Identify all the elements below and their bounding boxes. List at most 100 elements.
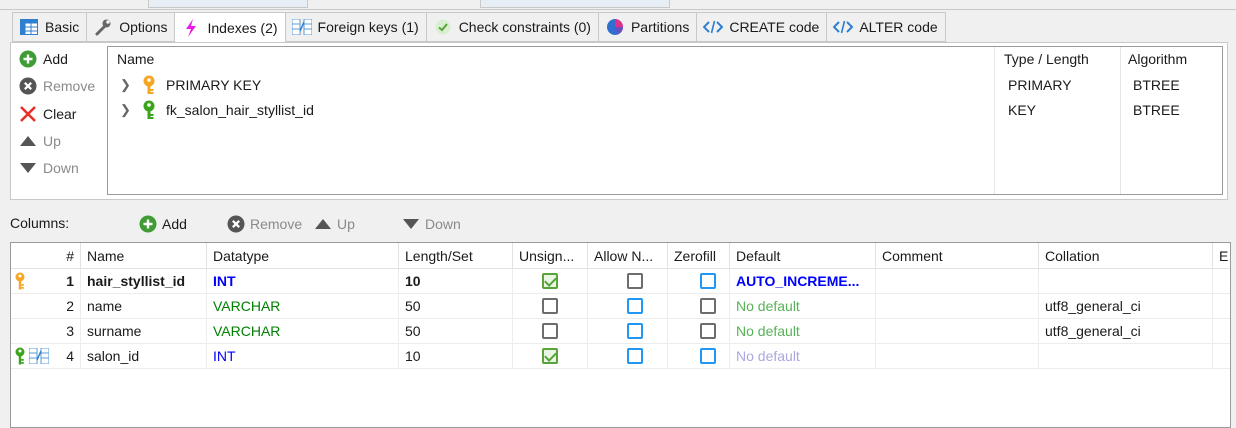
allow-null-checkbox[interactable]: [627, 273, 643, 289]
unsigned-checkbox[interactable]: [542, 323, 558, 339]
column-collation[interactable]: utf8_general_ci: [1039, 294, 1213, 319]
zerofill-checkbox[interactable]: [700, 323, 716, 339]
move-up-index-button[interactable]: Up: [19, 130, 61, 152]
move-column-down-button[interactable]: Down: [402, 213, 461, 235]
check-icon: [433, 18, 453, 36]
clear-indexes-button[interactable]: Clear: [19, 103, 76, 125]
column-collation[interactable]: [1039, 344, 1213, 369]
column-datatype[interactable]: VARCHAR: [207, 319, 399, 344]
allow-null-checkbox[interactable]: [627, 323, 643, 339]
tab-create-code[interactable]: CREATE code: [696, 12, 827, 42]
unsigned-checkbox[interactable]: [542, 273, 558, 289]
index-algorithm: BTREE: [1133, 77, 1180, 93]
col-header-extra[interactable]: E: [1213, 243, 1230, 269]
column-collation[interactable]: [1039, 269, 1213, 294]
column-comment[interactable]: [876, 319, 1039, 344]
column-length[interactable]: 50: [399, 319, 513, 344]
column-comment[interactable]: [876, 344, 1039, 369]
table-row[interactable]: 3 surname VARCHAR 50 No default utf8_gen…: [11, 319, 1230, 344]
tab-alter-code[interactable]: ALTER code: [826, 12, 946, 42]
col-header-unsigned[interactable]: Unsign...: [513, 243, 588, 269]
column-default[interactable]: AUTO_INCREME...: [730, 269, 876, 294]
primary-key-icon: [140, 75, 158, 95]
move-column-up-button[interactable]: Up: [314, 213, 355, 235]
tab-label: ALTER code: [859, 19, 938, 35]
tab-indexes[interactable]: Indexes (2): [174, 12, 285, 43]
tab-label: Partitions: [630, 19, 690, 35]
indexes-tree[interactable]: Name Type / Length Algorithm ❯ PRIMARY K…: [107, 46, 1223, 195]
remove-index-button[interactable]: Remove: [19, 75, 95, 97]
column-name[interactable]: salon_id: [81, 344, 207, 369]
column-comment[interactable]: [876, 269, 1039, 294]
col-header-name[interactable]: Name: [81, 243, 207, 269]
column-datatype[interactable]: VARCHAR: [207, 294, 399, 319]
red-x-icon: [19, 105, 37, 123]
remove-circle-icon: [19, 77, 37, 95]
col-header-length[interactable]: Length/Set: [399, 243, 513, 269]
column-collation[interactable]: utf8_general_ci: [1039, 319, 1213, 344]
tab-check-constraints[interactable]: Check constraints (0): [425, 12, 598, 42]
index-type: KEY: [1008, 102, 1037, 118]
column-name[interactable]: name: [81, 294, 207, 319]
cropped-tab: [148, 0, 308, 8]
tab-partitions[interactable]: Partitions: [597, 12, 697, 42]
zerofill-checkbox[interactable]: [700, 348, 716, 364]
table-row[interactable]: 1 hair_styllist_id INT 10 AUTO_INCREME..…: [11, 269, 1230, 294]
remove-label: Remove: [43, 78, 96, 94]
tab-label: Basic: [45, 19, 80, 35]
add-column-button[interactable]: Add: [139, 213, 187, 235]
table-row[interactable]: 4 salon_id INT 10 No default: [11, 344, 1230, 369]
remove-column-button[interactable]: Remove: [227, 213, 302, 235]
column-datatype[interactable]: INT: [207, 269, 399, 294]
col-header-zerofill[interactable]: Zerofill: [668, 243, 730, 269]
index-name: fk_salon_hair_styllist_id: [166, 102, 314, 118]
tab-label: Foreign keys (1): [317, 19, 419, 35]
column-length[interactable]: 10: [399, 344, 513, 369]
column-default[interactable]: No default: [730, 344, 876, 369]
row-number: 3: [11, 319, 81, 344]
unsigned-checkbox[interactable]: [542, 348, 558, 364]
col-header-datatype[interactable]: Datatype: [207, 243, 399, 269]
column-default[interactable]: No default: [730, 319, 876, 344]
col-header-allow-null[interactable]: Allow N...: [588, 243, 668, 269]
tab-label: Options: [119, 19, 168, 35]
allow-null-checkbox[interactable]: [627, 298, 643, 314]
chevron-right-icon[interactable]: ❯: [120, 77, 131, 93]
index-name-header[interactable]: Name: [117, 51, 154, 67]
add-label: Add: [43, 51, 68, 67]
allow-null-checkbox[interactable]: [627, 348, 643, 364]
triangle-down-icon: [19, 159, 37, 177]
column-comment[interactable]: [876, 294, 1039, 319]
column-length[interactable]: 50: [399, 294, 513, 319]
index-type-header[interactable]: Type / Length: [1004, 51, 1089, 67]
allow-null-cell: [588, 269, 668, 294]
column-length[interactable]: 10: [399, 269, 513, 294]
move-down-index-button[interactable]: Down: [19, 157, 79, 179]
zerofill-checkbox[interactable]: [700, 298, 716, 314]
tab-foreign-keys[interactable]: Foreign keys (1): [284, 12, 426, 42]
columns-grid[interactable]: # Name Datatype Length/Set Unsign... All…: [10, 242, 1231, 428]
row-number: 2: [11, 294, 81, 319]
unsigned-cell: [513, 344, 588, 369]
column-datatype[interactable]: INT: [207, 344, 399, 369]
table-row[interactable]: 2 name VARCHAR 50 No default utf8_genera…: [11, 294, 1230, 319]
unsigned-checkbox[interactable]: [542, 298, 558, 314]
chevron-right-icon[interactable]: ❯: [120, 102, 131, 118]
index-algorithm-header[interactable]: Algorithm: [1128, 51, 1187, 67]
triangle-up-icon: [19, 132, 37, 150]
tab-basic[interactable]: Basic: [12, 12, 87, 42]
col-header-number[interactable]: #: [11, 243, 81, 269]
pie-chart-icon: [605, 18, 625, 36]
col-header-comment[interactable]: Comment: [876, 243, 1039, 269]
add-index-button[interactable]: Add: [19, 48, 68, 70]
zerofill-checkbox[interactable]: [700, 273, 716, 289]
index-row[interactable]: ❯ PRIMARY KEY PRIMARY BTREE: [108, 73, 1222, 97]
index-row[interactable]: ❯ fk_salon_hair_styllist_id KEY BTREE: [108, 98, 1222, 122]
col-header-collation[interactable]: Collation: [1039, 243, 1213, 269]
column-default[interactable]: No default: [730, 294, 876, 319]
tab-options[interactable]: Options: [86, 12, 175, 42]
column-name[interactable]: surname: [81, 319, 207, 344]
previous-toolbar-strip: [0, 0, 1236, 10]
column-name[interactable]: hair_styllist_id: [81, 269, 207, 294]
col-header-default[interactable]: Default: [730, 243, 876, 269]
